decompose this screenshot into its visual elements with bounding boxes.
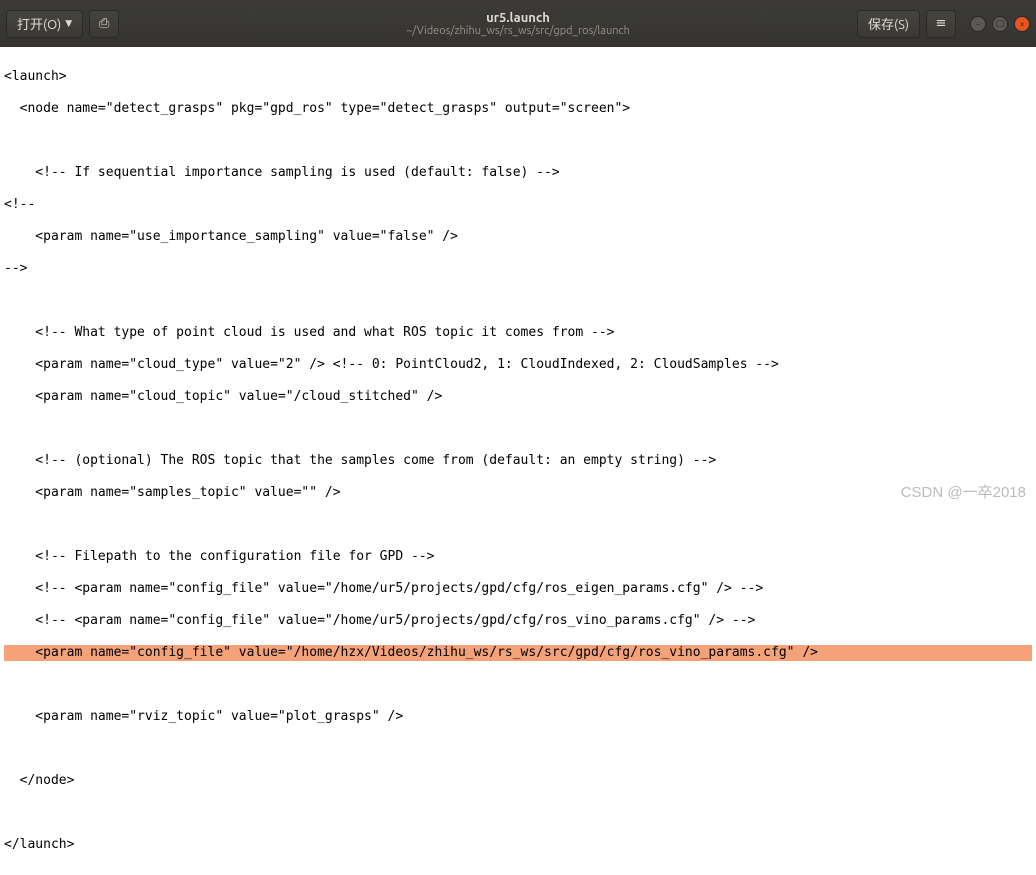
- code-line-highlighted: <param name="config_file" value="/home/h…: [4, 645, 1032, 661]
- code-line: <!--: [4, 197, 1032, 213]
- chevron-down-icon: ▼: [65, 18, 72, 29]
- code-line: [4, 677, 1032, 693]
- code-line: <node name="detect_grasps" pkg="gpd_ros"…: [4, 101, 1032, 117]
- editor-area[interactable]: <launch> <node name="detect_grasps" pkg=…: [0, 47, 1036, 875]
- code-line: [4, 293, 1032, 309]
- new-tab-button[interactable]: ⎙: [89, 10, 119, 38]
- code-line: <launch>: [4, 69, 1032, 85]
- code-line: [4, 421, 1032, 437]
- titlebar-right: 保存(S) ≡ − □ ×: [857, 10, 1030, 38]
- code-line: [4, 133, 1032, 149]
- code-line: [4, 741, 1032, 757]
- code-line: </launch>: [4, 837, 1032, 853]
- open-button[interactable]: 打开(O) ▼: [6, 10, 83, 38]
- save-label: 保存(S): [868, 14, 909, 33]
- code-line: <param name="rviz_topic" value="plot_gra…: [4, 709, 1032, 725]
- code-line: <param name="cloud_type" value="2" /> <!…: [4, 357, 1032, 373]
- code-line: <!-- What type of point cloud is used an…: [4, 325, 1032, 341]
- code-line: -->: [4, 261, 1032, 277]
- code-line: <param name="samples_topic" value="" />: [4, 485, 1032, 501]
- code-line: <!-- <param name="config_file" value="/h…: [4, 613, 1032, 629]
- maximize-icon: □: [996, 18, 1005, 29]
- code-line: <param name="use_importance_sampling" va…: [4, 229, 1032, 245]
- new-document-icon: ⎙: [99, 16, 109, 31]
- code-line: <!-- (optional) The ROS topic that the s…: [4, 453, 1032, 469]
- hamburger-icon: ≡: [936, 16, 947, 31]
- code-line: <param name="cloud_topic" value="/cloud_…: [4, 389, 1032, 405]
- document-path: ~/Videos/zhihu_ws/rs_ws/src/gpd_ros/laun…: [406, 25, 630, 37]
- titlebar-left: 打开(O) ▼ ⎙: [6, 10, 119, 38]
- code-line: [4, 517, 1032, 533]
- code-line: <!-- Filepath to the configuration file …: [4, 549, 1032, 565]
- code-line: <!-- <param name="config_file" value="/h…: [4, 581, 1032, 597]
- watermark: CSDN @一卒2018: [901, 481, 1026, 502]
- window-controls: − □ ×: [970, 16, 1030, 32]
- code-line: [4, 805, 1032, 821]
- maximize-button[interactable]: □: [992, 16, 1008, 32]
- save-button[interactable]: 保存(S): [857, 10, 920, 38]
- open-label: 打开(O): [17, 14, 61, 33]
- menu-button[interactable]: ≡: [926, 10, 956, 38]
- code-line: <!-- If sequential importance sampling i…: [4, 165, 1032, 181]
- minimize-icon: −: [975, 19, 980, 29]
- minimize-button[interactable]: −: [970, 16, 986, 32]
- close-icon: ×: [1019, 19, 1024, 29]
- close-button[interactable]: ×: [1014, 16, 1030, 32]
- code-line: </node>: [4, 773, 1032, 789]
- titlebar-center: ur5.launch ~/Videos/zhihu_ws/rs_ws/src/g…: [406, 11, 630, 37]
- titlebar: 打开(O) ▼ ⎙ ur5.launch ~/Videos/zhihu_ws/r…: [0, 0, 1036, 47]
- document-title: ur5.launch: [406, 11, 630, 25]
